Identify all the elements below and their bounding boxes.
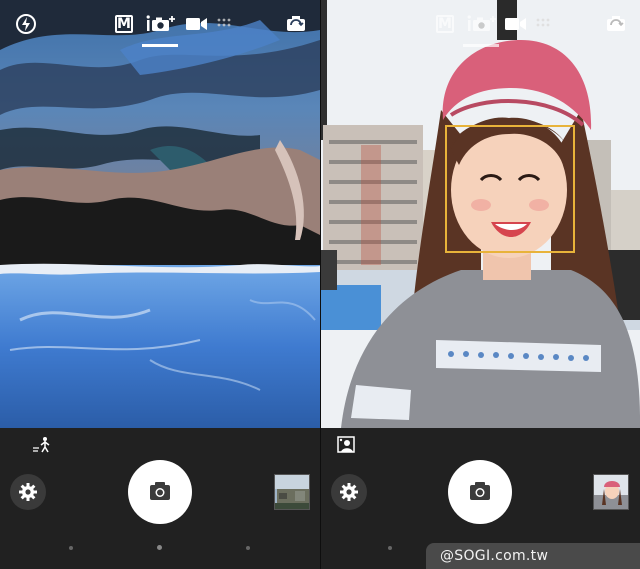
shutter-button[interactable]	[128, 460, 192, 524]
video-icon[interactable]	[186, 10, 208, 38]
flash-off-icon[interactable]	[14, 10, 38, 38]
shutter-button[interactable]	[448, 460, 512, 524]
manual-mode-label: M	[436, 15, 454, 33]
page-indicator-dot	[246, 546, 250, 550]
scene-landscape-icon	[32, 436, 52, 454]
left-bottom-controls	[0, 428, 320, 569]
page-indicator-dot-active	[157, 545, 162, 550]
manual-mode-icon[interactable]: M	[435, 10, 455, 38]
active-mode-underline	[463, 44, 499, 47]
scene-portrait-icon	[337, 436, 357, 454]
manual-mode-icon[interactable]: M	[114, 10, 134, 38]
apps-grid-icon[interactable]	[535, 10, 553, 38]
switch-camera-icon[interactable]	[603, 10, 629, 38]
gear-icon	[19, 483, 37, 501]
camera-icon	[150, 482, 170, 500]
site-watermark: @SOGI.com.tw	[426, 543, 640, 569]
apps-grid-icon[interactable]	[216, 10, 234, 38]
right-camera-screen: M	[321, 0, 640, 569]
settings-button[interactable]	[331, 474, 367, 510]
right-viewfinder[interactable]: M	[321, 0, 640, 428]
painting-scene-image	[0, 0, 320, 428]
gear-icon	[340, 483, 358, 501]
gallery-thumbnail[interactable]	[274, 474, 310, 510]
video-icon[interactable]	[505, 10, 527, 38]
left-top-toolbar: M	[0, 0, 320, 48]
page-indicator-dot	[69, 546, 73, 550]
portrait-scene-image	[321, 0, 640, 428]
screenshot-comparison: M M @SOGI.com.tw	[0, 0, 640, 569]
right-top-toolbar: M	[321, 0, 640, 48]
superior-auto-icon[interactable]	[467, 10, 497, 38]
switch-camera-icon[interactable]	[283, 10, 309, 38]
page-indicator-dot	[388, 546, 392, 550]
manual-mode-label: M	[115, 15, 133, 33]
left-viewfinder[interactable]: M	[0, 0, 320, 428]
superior-auto-icon[interactable]	[146, 10, 176, 38]
gallery-thumbnail[interactable]	[593, 474, 629, 510]
settings-button[interactable]	[10, 474, 46, 510]
camera-icon	[470, 482, 490, 500]
active-mode-underline	[142, 44, 178, 47]
left-camera-screen: M	[0, 0, 320, 569]
